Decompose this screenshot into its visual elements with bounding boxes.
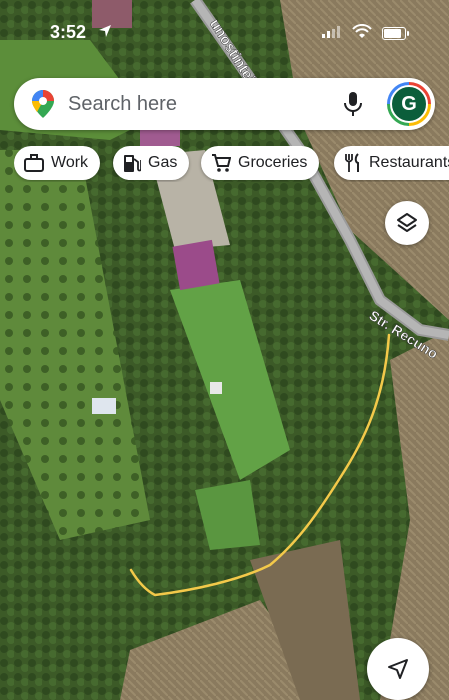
account-avatar-button[interactable]: G [387,82,431,126]
signal-icon [322,26,340,38]
chip-label: Restaurants [369,154,449,171]
chip-gas[interactable]: Gas [113,146,190,180]
layers-icon [397,213,417,232]
chip-work[interactable]: Work [14,146,101,180]
layers-button[interactable] [385,201,429,245]
search-input[interactable]: Search here [68,93,177,116]
shed-roof [92,398,116,414]
category-chips: Work Gas Groceries Restaurants [14,146,449,182]
search-bar[interactable]: Search here G [14,78,435,130]
chip-label: Work [51,154,89,171]
chip-restaurants[interactable]: Restaurants [334,146,449,180]
fork-knife-icon [345,153,359,172]
microphone-icon[interactable] [343,91,363,117]
location-arrow-icon [99,25,111,37]
wifi-icon [352,24,372,38]
status-bar: 3:52 [0,0,449,50]
building-roof [140,130,180,146]
status-time: 3:52 [50,22,87,42]
avatar: G [390,85,428,123]
cart-icon [212,154,231,172]
my-location-button[interactable] [367,638,429,700]
shed-roof [210,382,222,394]
battery-nub [407,31,409,36]
navigation-arrow-icon [388,659,408,679]
battery-icon [382,27,406,40]
briefcase-icon [24,154,44,172]
chip-label: Gas [148,154,178,171]
gas-pump-icon [124,155,141,172]
google-maps-pin-icon [32,90,54,118]
chip-groceries[interactable]: Groceries [201,146,320,180]
building-roof [172,239,220,291]
chip-label: Groceries [238,154,308,171]
